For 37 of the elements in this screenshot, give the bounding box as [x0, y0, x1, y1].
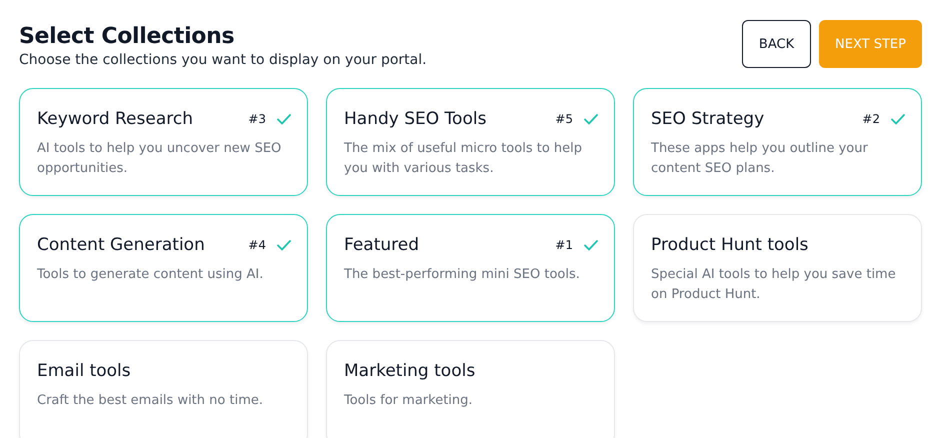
page-subtitle: Choose the collections you want to display on your portal.	[19, 52, 427, 68]
collection-description: Tools to generate content using AI.	[37, 266, 264, 284]
collection-name: Handy SEO Tools	[344, 109, 488, 129]
collection-card[interactable]: Product Hunt tools Special AI tools to help you save time on Product Hunt.	[633, 214, 922, 322]
collection-name: Keyword Research	[37, 109, 194, 129]
collection-description: Craft the best emails with no time.	[37, 392, 264, 410]
selection-order: #2	[862, 112, 880, 126]
back-button[interactable]: BACK	[742, 20, 811, 68]
selection-order: #3	[248, 112, 266, 126]
collection-name: Product Hunt tools	[651, 235, 810, 255]
check-icon	[277, 114, 291, 124]
collection-name: Content Generation	[37, 235, 206, 255]
page-title: Select Collections	[19, 24, 236, 49]
selection-order: #4	[248, 238, 266, 252]
collection-description: Tools for marketing.	[344, 392, 474, 410]
selection-order: #1	[555, 238, 573, 252]
collection-name: Marketing tools	[344, 361, 476, 381]
collection-description: The best-performing mini SEO tools.	[344, 266, 581, 284]
collection-description: Special AI tools to help you save time on Product Hunt.	[651, 266, 897, 304]
collection-name: SEO Strategy	[651, 109, 766, 129]
collection-card[interactable]: Marketing tools Tools for marketing.	[326, 340, 615, 438]
selection-order: #5	[555, 112, 573, 126]
check-icon	[277, 240, 291, 250]
collection-description: These apps help you outline your content SEO plans.	[651, 140, 869, 178]
check-icon	[584, 240, 598, 250]
collection-card[interactable]: Handy SEO Tools #5 The mix of useful micro tools to help you with various tasks.	[326, 88, 615, 196]
collection-description: The mix of useful micro tools to help you with various tasks.	[344, 140, 584, 178]
collection-card[interactable]: Content Generation #4 Tools to generate content using AI.	[19, 214, 308, 322]
collection-description: AI tools to help you uncover new SEO opportunities.	[37, 140, 282, 178]
collection-card[interactable]: SEO Strategy #2 These apps help you outline your content SEO plans.	[633, 88, 922, 196]
collection-card[interactable]: Keyword Research #3 AI tools to help you uncover new SEO opportunities.	[19, 88, 308, 196]
collection-card[interactable]: Featured #1 The best-performing mini SEO tools.	[326, 214, 615, 322]
collection-name: Featured	[344, 235, 420, 255]
collection-card[interactable]: Email tools Craft the best emails with no time.	[19, 340, 308, 438]
check-icon	[891, 114, 905, 124]
check-icon	[584, 114, 598, 124]
collection-name: Email tools	[37, 361, 132, 381]
